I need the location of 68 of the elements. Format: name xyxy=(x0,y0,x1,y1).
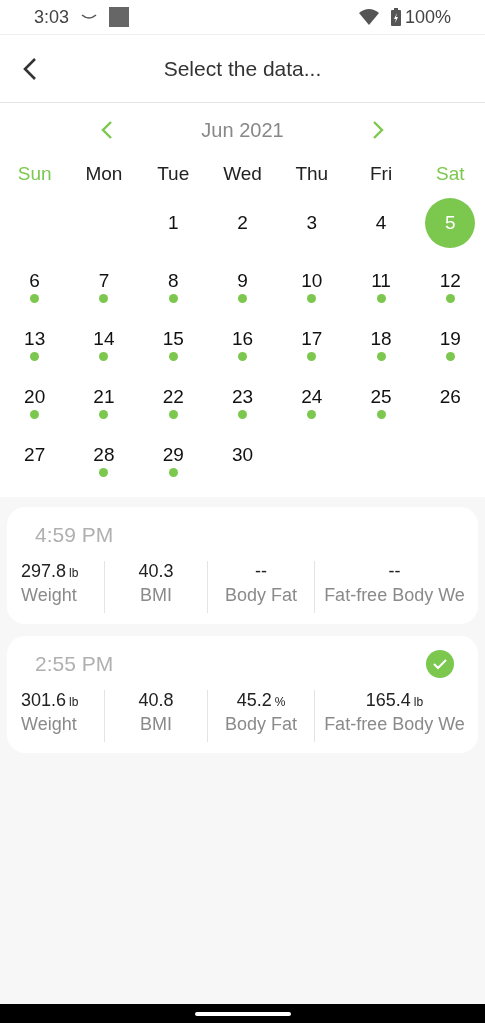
metric-value: 40.8 xyxy=(138,690,174,711)
metric-label: Fat-free Body We xyxy=(324,585,465,606)
metric-value: 40.3 xyxy=(138,561,174,582)
calendar-day[interactable]: 16 xyxy=(217,314,268,364)
calendar-day[interactable]: 8 xyxy=(148,256,199,306)
weekday-label: Sun xyxy=(17,162,52,186)
weekday-label: Fri xyxy=(370,162,393,186)
calendar-day[interactable]: 20 xyxy=(9,372,60,422)
calendar-day[interactable]: 21 xyxy=(78,372,129,422)
metric-label: Fat-free Body We xyxy=(324,714,465,735)
month-label: Jun 2021 xyxy=(201,118,284,142)
metric-label: Body Fat xyxy=(224,714,297,735)
weekday-label: Mon xyxy=(85,162,123,186)
metric-label: Weight xyxy=(21,585,77,606)
metric-value: -- xyxy=(388,561,401,582)
weekday-label: Sat xyxy=(436,162,465,186)
calendar-day[interactable]: 22 xyxy=(148,372,199,422)
chevron-right-icon xyxy=(371,120,384,140)
calendar-day[interactable]: 25 xyxy=(356,372,407,422)
calendar-day[interactable]: 28 xyxy=(78,430,129,480)
calendar-day[interactable]: 3 xyxy=(286,198,337,248)
calendar-day[interactable]: 11 xyxy=(356,256,407,306)
calendar-day[interactable]: 23 xyxy=(217,372,268,422)
calendar-day[interactable]: 29 xyxy=(148,430,199,480)
calendar-day[interactable]: 17 xyxy=(286,314,337,364)
weekday-label: Thu xyxy=(295,162,329,186)
metric-value: 165.4 lb xyxy=(365,690,424,711)
calendar-day[interactable]: 10 xyxy=(286,256,337,306)
metric-label: Body Fat xyxy=(224,585,297,606)
calendar-day[interactable]: 12 xyxy=(425,256,476,306)
calendar-day[interactable]: 27 xyxy=(9,430,60,480)
calendar-day[interactable]: 26 xyxy=(425,372,476,422)
metric-value: 45.2 % xyxy=(236,690,286,711)
metric-value: 297.8 lb xyxy=(21,561,79,582)
calendar-day[interactable]: 7 xyxy=(78,256,129,306)
calendar-day[interactable]: 24 xyxy=(286,372,337,422)
calendar-day[interactable]: 9 xyxy=(217,256,268,306)
calendar-day[interactable]: 13 xyxy=(9,314,60,364)
chevron-left-icon xyxy=(101,120,114,140)
metric-label: BMI xyxy=(140,714,172,735)
metric-label: Weight xyxy=(21,714,77,735)
page-title: Select the data... xyxy=(163,56,322,81)
calendar-day[interactable]: 1 xyxy=(148,198,199,248)
calendar-day[interactable]: 2 xyxy=(217,198,268,248)
record-card[interactable]: 2:55 PM 301.6 lb Weight 40.8 BMI 45.2 % Body Fat 165.4 lb Fat-free Body We xyxy=(7,636,478,753)
calendar-day[interactable]: 30 xyxy=(217,430,268,480)
weekday-label: Wed xyxy=(223,162,262,186)
smile-icon xyxy=(81,13,98,21)
calendar-day[interactable]: 4 xyxy=(356,198,407,248)
calendar-day[interactable]: 6 xyxy=(9,256,60,306)
battery-icon xyxy=(390,8,401,26)
calendar-day[interactable]: 15 xyxy=(148,314,199,364)
calendar-day[interactable]: 18 xyxy=(356,314,407,364)
metric-label: BMI xyxy=(140,585,172,606)
home-handle[interactable] xyxy=(194,1011,291,1016)
record-time: 4:59 PM xyxy=(35,523,114,547)
back-icon xyxy=(22,57,38,81)
weekday-label: Tue xyxy=(157,162,190,186)
status-time: 3:03 xyxy=(34,6,70,28)
record-time: 2:55 PM xyxy=(35,652,114,676)
battery-percent: 100% xyxy=(404,6,451,28)
wifi-icon xyxy=(358,9,379,25)
calendar-day[interactable]: 14 xyxy=(78,314,129,364)
record-card[interactable]: 4:59 PM 297.8 lb Weight 40.3 BMI -- Body Fat -- Fat-free Body We xyxy=(7,507,478,624)
metric-value: 301.6 lb xyxy=(21,690,79,711)
square-icon xyxy=(109,7,130,27)
metric-value: -- xyxy=(255,561,267,582)
calendar-day[interactable]: 19 xyxy=(425,314,476,364)
